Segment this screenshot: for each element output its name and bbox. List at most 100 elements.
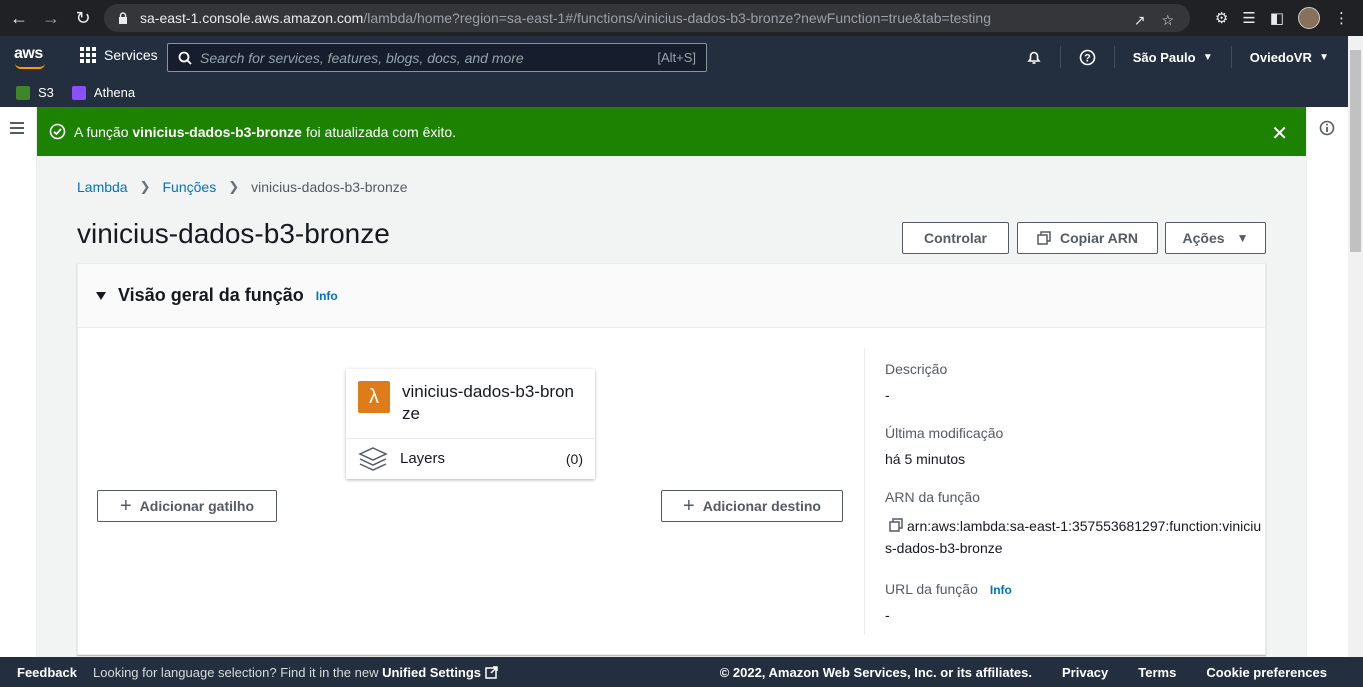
svg-text:?: ?	[1084, 52, 1091, 64]
page-scrollbar[interactable]	[1348, 36, 1363, 657]
left-nav-rail	[0, 107, 37, 657]
grid-icon	[80, 47, 96, 63]
breadcrumb-functions[interactable]: Funções	[163, 179, 217, 195]
function-diagram-card[interactable]: λ vinicius-dados-b3-bronze Layers (0)	[346, 369, 595, 479]
url-label-row: URL da função Info	[885, 581, 1265, 597]
search-placeholder: Search for services, features, blogs, do…	[200, 49, 524, 66]
url-info-link[interactable]: Info	[990, 583, 1012, 597]
scroll-thumb[interactable]	[1350, 50, 1361, 252]
description-label: Descrição	[885, 361, 948, 377]
flash-prefix: A função	[74, 123, 129, 140]
back-icon[interactable]: ←	[6, 5, 32, 31]
control-button-label: Controlar	[924, 230, 987, 246]
url-host: sa-east-1.console.aws.amazon.com	[140, 10, 364, 26]
notifications-bell-icon[interactable]	[1008, 46, 1060, 68]
aws-logo[interactable]: aws	[14, 45, 43, 63]
layers-row[interactable]: Layers (0)	[346, 439, 595, 478]
browser-toolbar: ← → ↻ sa-east-1.console.aws.amazon.com/l…	[0, 0, 1363, 36]
add-destination-button[interactable]: + Adicionar destino	[661, 490, 843, 522]
function-overview-header[interactable]: Visão geral da função Info	[78, 264, 1265, 328]
layers-count: (0)	[565, 450, 583, 467]
cookie-preferences-link[interactable]: Cookie preferences	[1206, 665, 1327, 680]
control-button[interactable]: Controlar	[902, 222, 1009, 254]
breadcrumb: Lambda ❯ Funções ❯ vinicius-dados-b3-bro…	[77, 179, 408, 195]
address-bar[interactable]: sa-east-1.console.aws.amazon.com/lambda/…	[104, 4, 1190, 32]
privacy-link[interactable]: Privacy	[1062, 665, 1108, 680]
copy-icon	[1037, 231, 1051, 245]
help-icon[interactable]: ?	[1059, 46, 1114, 68]
close-icon[interactable]: ✕	[1271, 121, 1288, 146]
url-value: -	[885, 607, 890, 623]
last-modified-label: Última modificação	[885, 425, 1004, 441]
breadcrumb-lambda[interactable]: Lambda	[77, 179, 128, 195]
arn-label: ARN da função	[885, 489, 980, 505]
lock-icon	[119, 12, 127, 24]
caret-down-icon: ▼	[1236, 231, 1249, 245]
last-modified-value: há 5 minutos	[885, 451, 966, 467]
services-button[interactable]: Services	[80, 47, 158, 63]
copy-arn-button[interactable]: Copiar ARN	[1017, 222, 1158, 254]
search-shortcut: [Alt+S]	[657, 50, 696, 65]
vertical-divider	[864, 348, 865, 635]
reload-icon[interactable]: ↻	[70, 5, 96, 31]
caret-down-icon: ▼	[1202, 51, 1213, 63]
forward-icon[interactable]: →	[38, 5, 64, 31]
info-panel-icon[interactable]	[1319, 120, 1335, 136]
info-link[interactable]: Info	[316, 289, 338, 303]
search-icon	[178, 51, 192, 65]
add-destination-label: Adicionar destino	[702, 498, 821, 514]
favorites-bar: S3 Athena	[0, 78, 1363, 107]
search-input[interactable]: Search for services, features, blogs, do…	[167, 43, 707, 72]
caret-down-icon[interactable]	[96, 291, 106, 300]
terms-link[interactable]: Terms	[1138, 665, 1176, 680]
share-icon[interactable]: ↗	[1134, 12, 1146, 29]
chevron-right-icon: ❯	[139, 179, 151, 194]
caret-down-icon: ▼	[1319, 51, 1329, 63]
extensions-icon[interactable]: ⚙	[1215, 9, 1228, 27]
breadcrumb-current: vinicius-dados-b3-bronze	[251, 179, 408, 195]
actions-label: Ações	[1182, 230, 1225, 246]
function-overview-panel: Visão geral da função Info λ vinicius-da…	[77, 263, 1266, 655]
s3-icon	[16, 85, 30, 100]
services-label: Services	[104, 47, 158, 63]
function-card-name: vinicius-dados-b3-bronze	[402, 382, 574, 423]
url-path: /lambda/home?region=sa-east-1#/functions…	[363, 10, 991, 26]
url-label: URL da função	[885, 581, 978, 597]
favorite-label: Athena	[93, 85, 136, 100]
sidepanel-icon[interactable]: ◧	[1270, 9, 1284, 27]
plus-icon: +	[119, 495, 132, 517]
flash-function-name: vinicius-dados-b3-bronze	[132, 123, 302, 140]
flash-suffix: foi atualizada com êxito.	[305, 123, 457, 140]
copy-icon[interactable]	[889, 518, 903, 532]
actions-dropdown-button[interactable]: Ações ▼	[1165, 222, 1266, 254]
bookmark-star-icon[interactable]: ☆	[1161, 12, 1174, 29]
lambda-icon: λ	[358, 381, 390, 413]
hamburger-menu-icon[interactable]	[10, 122, 24, 137]
language-notice: Looking for language selection? Find it …	[93, 665, 498, 680]
arn-value-row: arn:aws:lambda:sa-east-1:357553681297:fu…	[885, 515, 1265, 559]
unified-settings-link[interactable]: Unified Settings	[382, 665, 481, 680]
chrome-menu-icon[interactable]: ⋮	[1334, 9, 1349, 27]
copyright-text: © 2022, Amazon Web Services, Inc. or its…	[719, 664, 1032, 680]
external-link-icon	[484, 665, 498, 679]
console-footer: Feedback Looking for language selection?…	[0, 657, 1363, 687]
favorite-athena[interactable]: Athena	[71, 85, 136, 100]
feedback-link[interactable]: Feedback	[17, 665, 77, 680]
page-title: vinicius-dados-b3-bronze	[77, 218, 390, 249]
account-menu[interactable]: OviedoVR ▼	[1230, 46, 1363, 68]
plus-icon: +	[683, 495, 695, 517]
athena-icon	[71, 85, 86, 100]
favorite-s3[interactable]: S3	[16, 85, 54, 100]
aws-top-nav: aws Services Search for services, featur…	[0, 36, 1363, 78]
arn-value: arn:aws:lambda:sa-east-1:357553681297:fu…	[885, 518, 1262, 556]
function-overview-title: Visão geral da função	[118, 285, 304, 305]
region-selector[interactable]: São Paulo ▼	[1113, 46, 1231, 68]
right-tools-rail	[1306, 107, 1348, 657]
aws-smile-icon	[15, 63, 45, 69]
account-label: OviedoVR	[1249, 49, 1312, 65]
chevron-right-icon: ❯	[228, 179, 240, 194]
media-icon[interactable]: ☰	[1242, 9, 1255, 27]
language-text: Looking for language selection? Find it …	[93, 664, 379, 680]
profile-avatar[interactable]	[1298, 7, 1320, 29]
add-trigger-button[interactable]: + Adicionar gatilho	[97, 490, 277, 522]
